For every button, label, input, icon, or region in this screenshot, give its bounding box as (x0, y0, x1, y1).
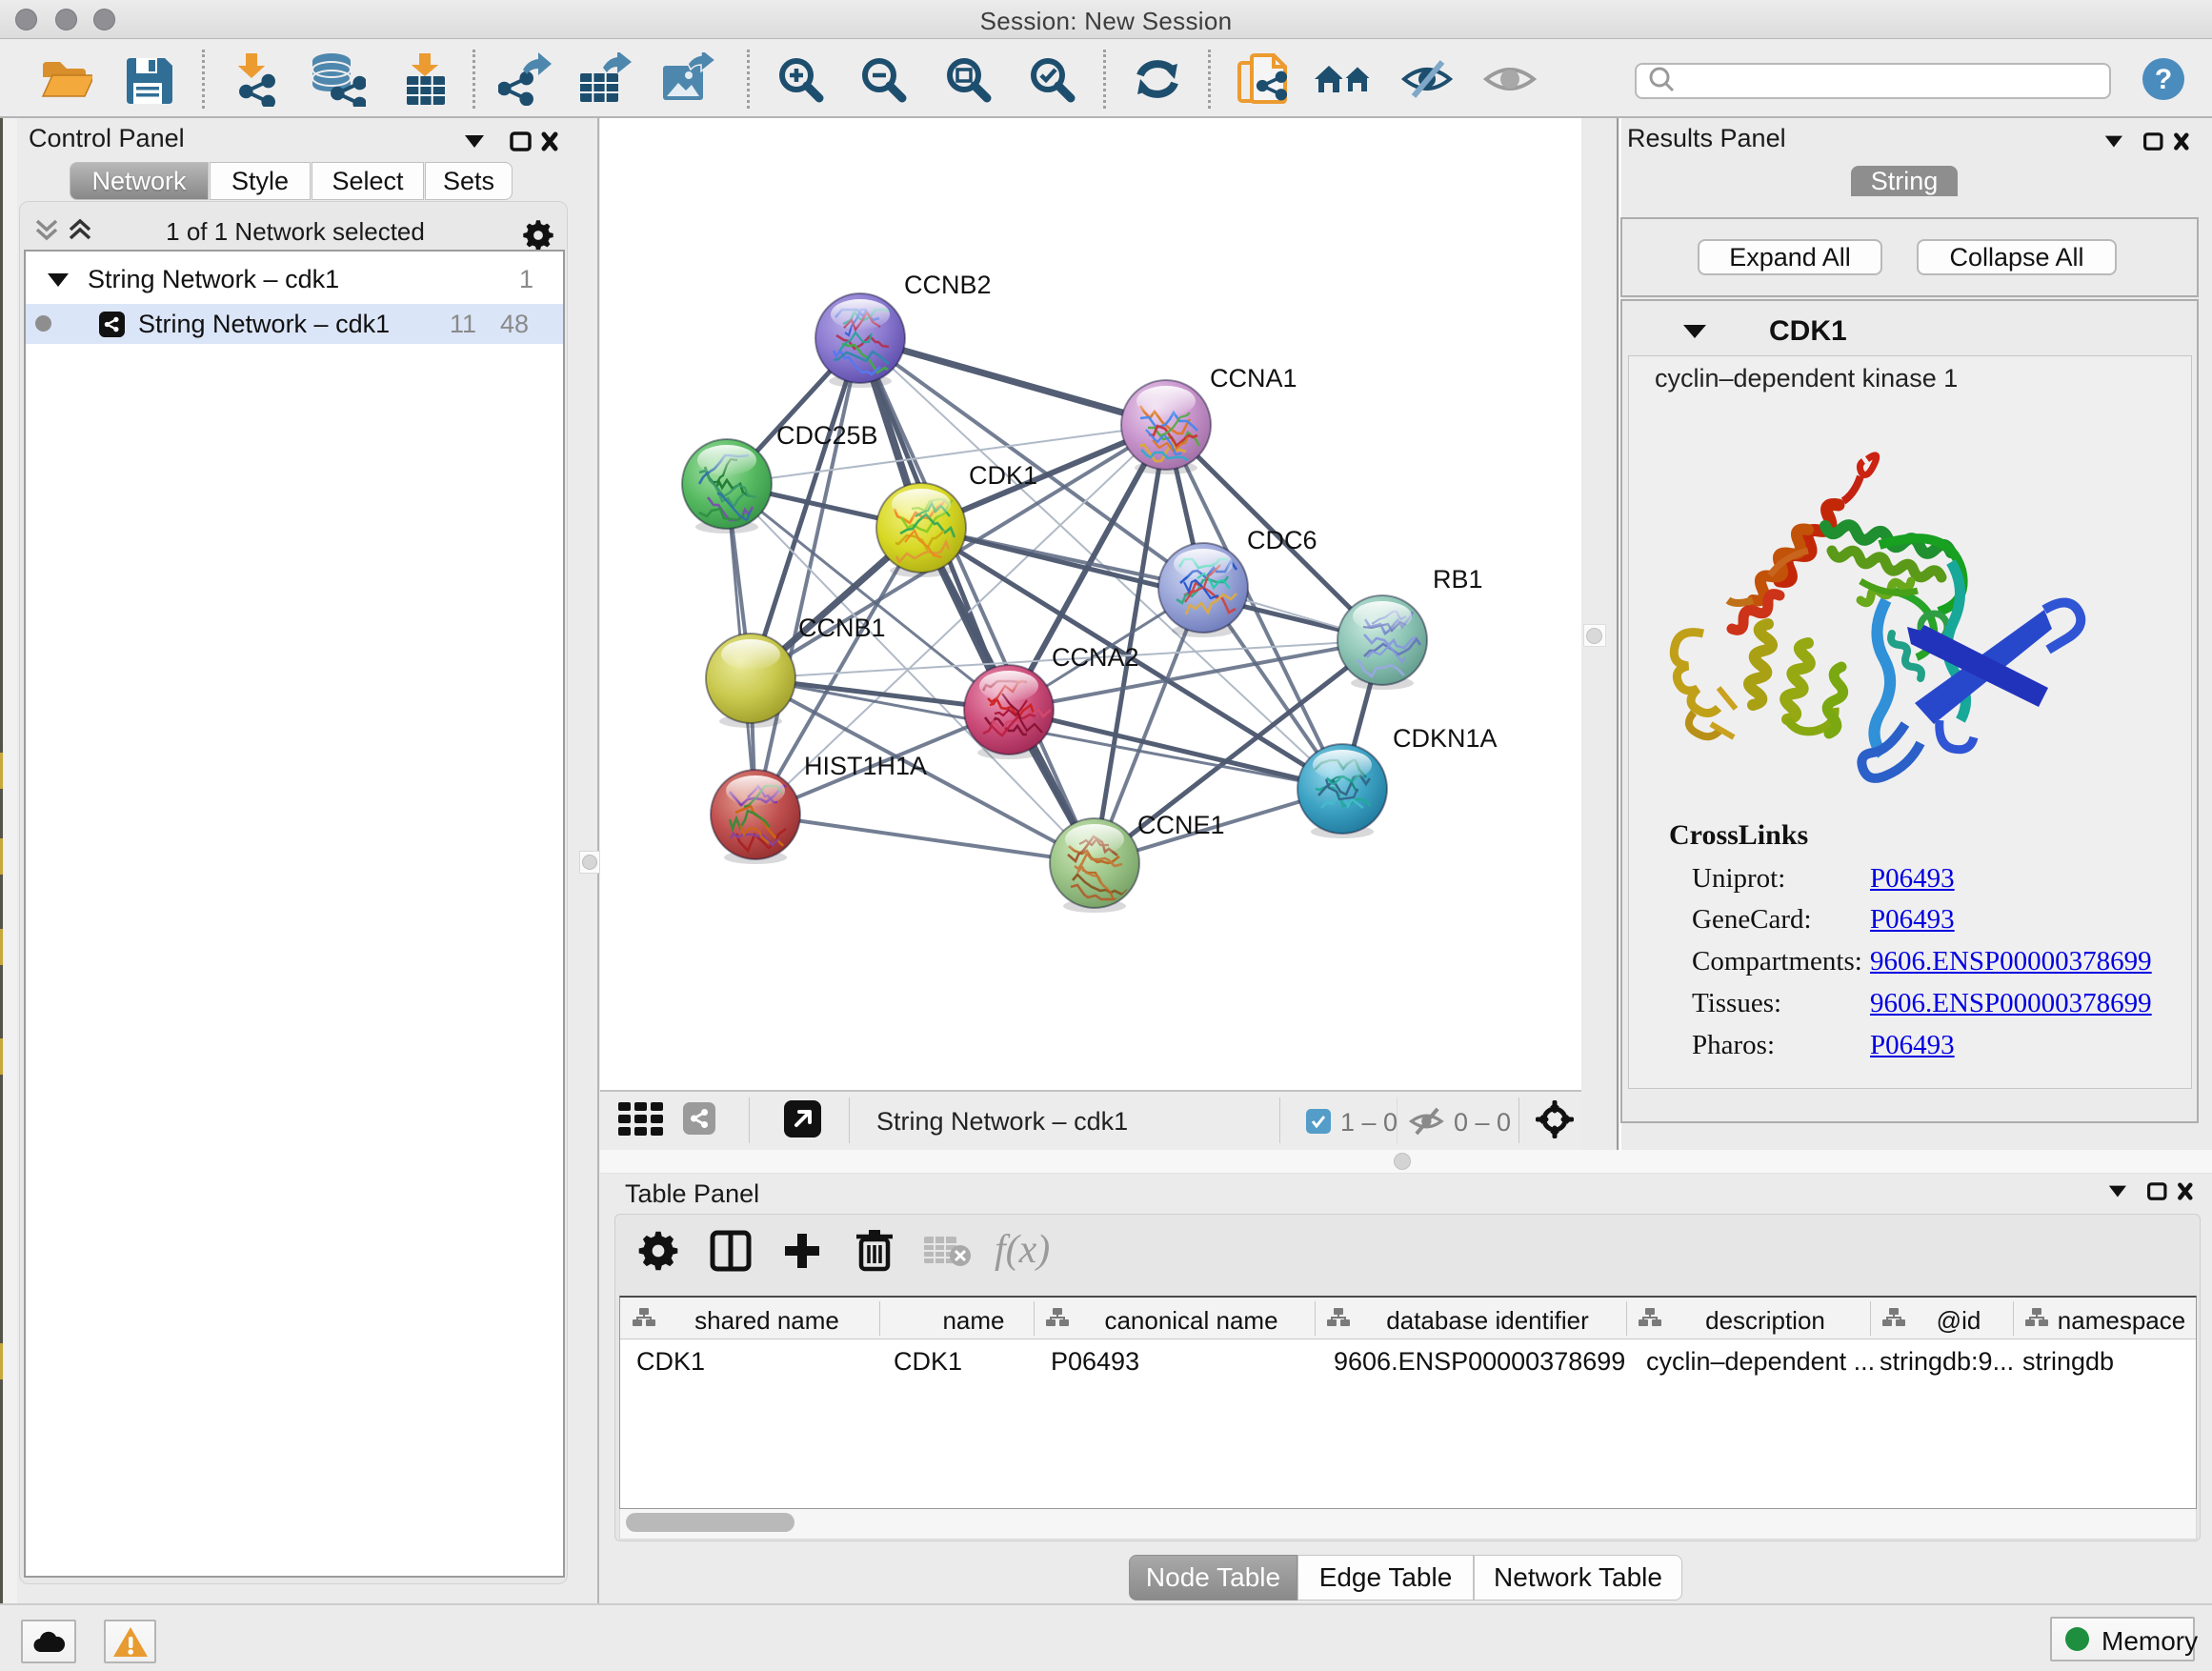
svg-text:?: ? (2155, 64, 2172, 95)
svg-text:CCNA2: CCNA2 (1052, 643, 1139, 672)
svg-text:CCNE1: CCNE1 (1137, 811, 1225, 839)
svg-text:CDC25B: CDC25B (776, 421, 878, 450)
svg-text:CDKN1A: CDKN1A (1393, 724, 1498, 753)
svg-text:CDK1: CDK1 (969, 461, 1037, 490)
svg-text:CCNA1: CCNA1 (1210, 364, 1297, 393)
svg-text:HIST1H1A: HIST1H1A (804, 752, 927, 780)
svg-text:RB1: RB1 (1433, 565, 1483, 594)
svg-text:CDC6: CDC6 (1247, 526, 1317, 554)
svg-text:CCNB2: CCNB2 (904, 271, 992, 299)
svg-text:CCNB1: CCNB1 (798, 614, 886, 642)
